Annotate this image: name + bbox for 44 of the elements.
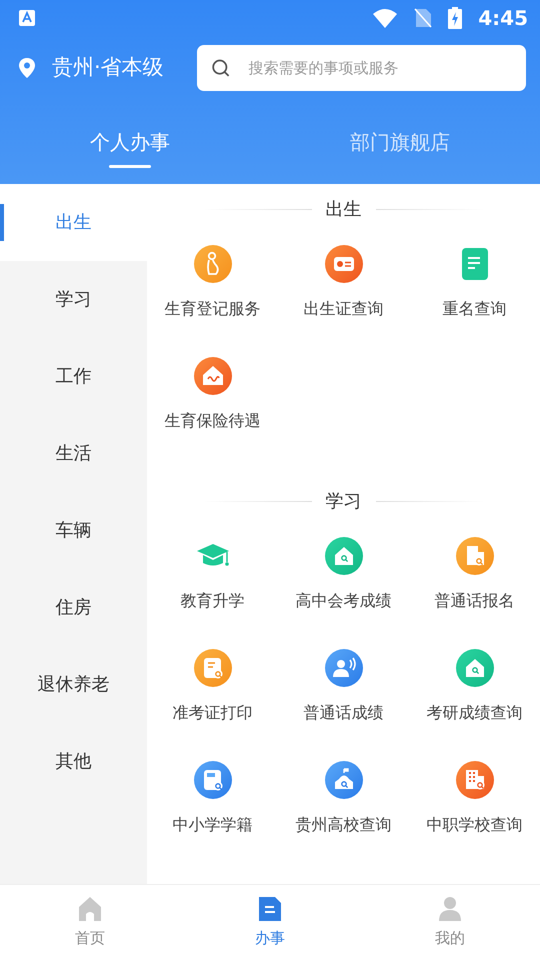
- service-item[interactable]: 普通话报名: [409, 526, 540, 638]
- sidebar-item[interactable]: 车辆: [0, 492, 147, 569]
- document-search-icon: [194, 761, 232, 799]
- service-item[interactable]: 中小学学籍: [147, 750, 278, 862]
- battery-charging-icon: [448, 7, 462, 29]
- id-card-icon: [324, 245, 362, 283]
- service-item[interactable]: 重名查询: [409, 234, 540, 346]
- school-search-icon: [324, 761, 362, 799]
- search-icon: [211, 57, 230, 79]
- service-item[interactable]: 教育升学: [147, 526, 278, 638]
- no-sim-icon: [414, 8, 432, 28]
- sidebar-item[interactable]: 其他: [0, 723, 147, 800]
- sidebar-item[interactable]: 生活: [0, 415, 147, 492]
- house-search-icon: [324, 537, 362, 575]
- service-item[interactable]: 中职学校查询: [409, 750, 540, 862]
- nav-tab[interactable]: 我的: [390, 885, 510, 960]
- service-item[interactable]: 贵州高校查询: [278, 750, 409, 862]
- home-icon: [77, 895, 103, 923]
- document-search-icon: [194, 649, 232, 687]
- sidebar-item[interactable]: 住房: [0, 569, 147, 646]
- keyboard-app-icon: [18, 9, 36, 27]
- sidebar-item[interactable]: 出生: [0, 184, 147, 261]
- status-time: 4:45: [478, 5, 528, 32]
- person-sound-icon: [324, 649, 362, 687]
- section-title: 学习: [324, 490, 362, 514]
- location-pin-icon[interactable]: [18, 57, 36, 79]
- nav-tab[interactable]: 首页: [30, 885, 150, 960]
- section-title: 出生: [324, 198, 362, 222]
- service-item[interactable]: 高中会考成绩: [278, 526, 409, 638]
- document-icon: [257, 895, 283, 923]
- sidebar-item[interactable]: 学习: [0, 261, 147, 338]
- service-item[interactable]: 出生证查询: [278, 234, 409, 346]
- wifi-icon: [372, 8, 398, 28]
- house-search-icon: [456, 649, 494, 687]
- person-icon: [437, 895, 463, 923]
- sidebar-item[interactable]: 工作: [0, 338, 147, 415]
- service-item[interactable]: 生育保险待遇: [147, 346, 278, 458]
- nav-tab[interactable]: 办事: [210, 885, 330, 960]
- sidebar-item[interactable]: 退休养老: [0, 646, 147, 723]
- service-item[interactable]: 普通话成绩: [278, 638, 409, 750]
- search-bar[interactable]: 搜索需要的事项或服务: [197, 45, 526, 91]
- service-item[interactable]: 考研成绩查询: [409, 638, 540, 750]
- service-item[interactable]: 生育登记服务: [147, 234, 278, 346]
- service-item[interactable]: 准考证打印: [147, 638, 278, 750]
